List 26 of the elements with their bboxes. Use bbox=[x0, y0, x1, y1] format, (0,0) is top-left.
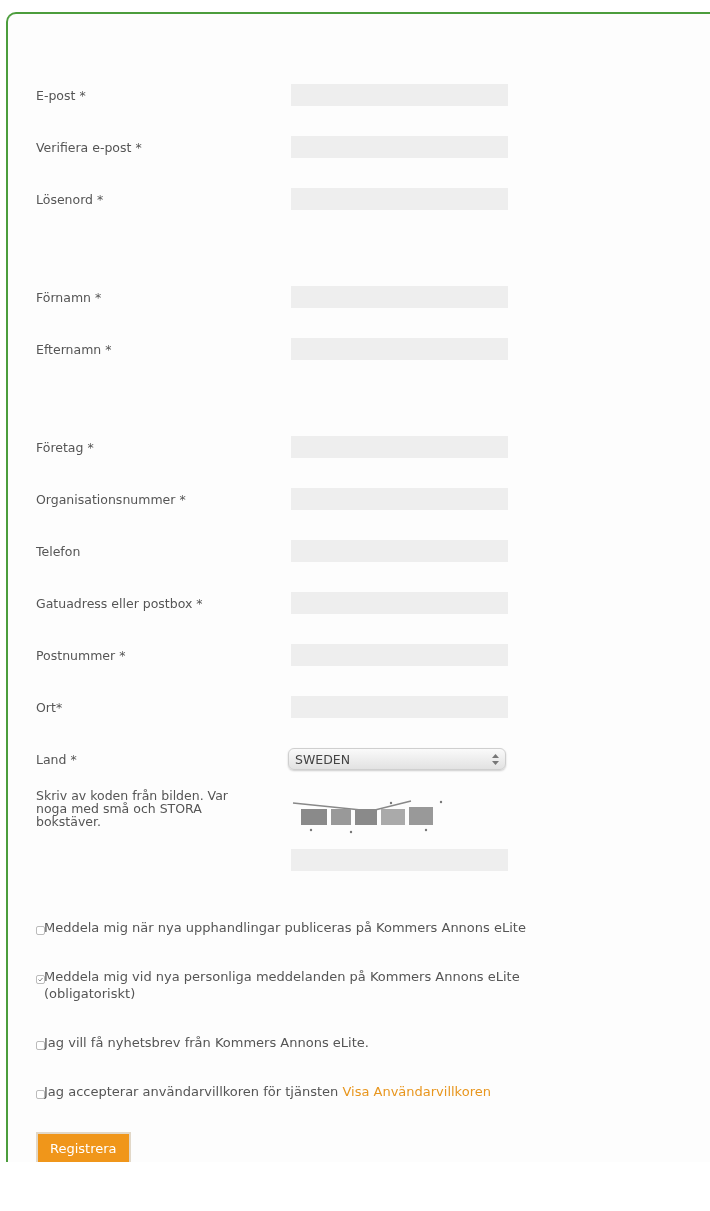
field-label: Verifiera e-post * bbox=[36, 139, 143, 155]
checkbox[interactable] bbox=[36, 1041, 45, 1050]
checkbox-label: Jag vill få nyhetsbrev från Kommers Annons eLite. bbox=[44, 1034, 369, 1051]
country-select[interactable]: SWEDEN bbox=[288, 748, 506, 770]
checkbox-label: Jag accepterar användarvillkoren för tjänsten Visa Användarvillkoren bbox=[44, 1083, 491, 1100]
field-label: Telefon bbox=[36, 543, 82, 559]
field-label: Lösenord * bbox=[36, 191, 105, 207]
checkbox[interactable] bbox=[36, 926, 45, 935]
field-label: Postnummer * bbox=[36, 647, 127, 663]
terms-link[interactable]: Visa Användarvillkoren bbox=[342, 1084, 491, 1099]
checkbox-label: Meddela mig vid nya personliga meddelanden på Kommers Annons eLite (obligatoriskt) bbox=[44, 968, 521, 1002]
field-label: E-post * bbox=[36, 87, 87, 103]
register-button[interactable]: Registrera bbox=[36, 1132, 131, 1162]
field-label: Land * bbox=[36, 751, 78, 767]
field-label: Förnamn * bbox=[36, 289, 103, 305]
checkbox[interactable] bbox=[36, 975, 45, 984]
field-label: Ort* bbox=[36, 699, 64, 715]
field-label: Gatuadress eller postbox * bbox=[36, 595, 204, 611]
check-icon bbox=[38, 977, 43, 982]
field-label: Organisationsnummer * bbox=[36, 491, 187, 507]
field-label: Företag * bbox=[36, 439, 95, 455]
checkbox[interactable] bbox=[36, 1090, 45, 1099]
checkbox-label: Meddela mig när nya upphandlingar publiceras på Kommers Annons eLite bbox=[44, 919, 526, 936]
field-label: Efternamn * bbox=[36, 341, 113, 357]
updown-icon bbox=[492, 753, 499, 765]
captcha-instructions: Skriv av koden från bilden. Var noga med små och STORA bokstäver. bbox=[36, 789, 229, 828]
